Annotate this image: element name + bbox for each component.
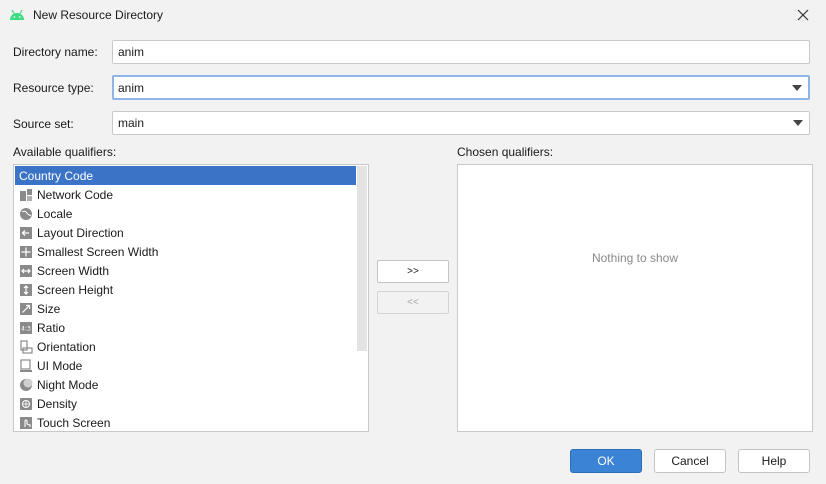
qualifier-item-night-mode[interactable]: Night Mode <box>15 375 368 394</box>
qualifier-item-label: Orientation <box>37 339 96 354</box>
ratio-icon: 4:3 <box>19 321 33 335</box>
size-icon <box>19 302 33 316</box>
qualifier-item-label: Locale <box>37 206 73 221</box>
layout-direction-icon <box>19 226 33 240</box>
qualifier-item-ui-mode[interactable]: UI Mode <box>15 356 368 375</box>
qualifier-item-label: Touch Screen <box>37 415 111 430</box>
empty-list-text: Nothing to show <box>591 251 679 265</box>
globe-icon <box>19 207 33 221</box>
qualifier-item-label: Ratio <box>37 320 66 335</box>
orientation-icon <box>19 339 33 354</box>
qualifier-item-network-code[interactable]: Network Code <box>15 185 368 204</box>
scrollbar-thumb[interactable] <box>357 166 367 351</box>
qualifier-item-label: Size <box>37 301 61 316</box>
chevron-down-icon <box>786 77 808 98</box>
available-qualifiers-list[interactable]: Country Code Network Code Locale Layout Dir… <box>13 164 369 432</box>
title-bar: New Resource Directory <box>0 0 826 31</box>
qualifier-item-locale[interactable]: Locale <box>15 204 368 223</box>
qualifier-item-smallest-screen-width[interactable]: Smallest Screen Width <box>15 242 368 261</box>
qualifier-item-label: Screen Width <box>37 263 110 278</box>
source-set-dropdown[interactable]: main <box>112 111 810 135</box>
resource-type-label: Resource type: <box>13 81 94 95</box>
chosen-qualifiers-label: Chosen qualifiers: <box>457 145 554 159</box>
available-qualifiers-label: Available qualifiers: <box>13 145 117 159</box>
android-icon <box>10 9 24 20</box>
svg-text:4:3: 4:3 <box>21 325 31 332</box>
night-mode-icon <box>19 378 33 392</box>
qualifier-item-orientation[interactable]: Orientation <box>15 337 368 356</box>
directory-name-label: Directory name: <box>13 45 98 59</box>
qualifier-item-label: Country Code <box>19 168 94 183</box>
qualifier-item-label: Network Code <box>37 187 114 202</box>
close-icon[interactable] <box>794 6 812 24</box>
qualifier-item-size[interactable]: Size <box>15 299 368 318</box>
ok-button[interactable]: OK <box>570 449 642 473</box>
directory-name-input[interactable] <box>112 40 810 64</box>
screen-height-icon <box>19 283 33 297</box>
network-code-icon <box>19 188 33 202</box>
qualifier-item-touch-screen[interactable]: Touch Screen <box>15 413 368 431</box>
window-title: New Resource Directory <box>33 8 164 22</box>
chevron-down-icon <box>787 112 809 134</box>
qualifier-item-label: Layout Direction <box>37 225 124 240</box>
resource-type-dropdown[interactable]: anim <box>112 75 810 100</box>
new-resource-directory-dialog: New Resource Directory Directory name: R… <box>0 0 826 484</box>
qualifier-item-label: Screen Height <box>37 282 114 297</box>
qualifier-item-country-code[interactable]: Country Code <box>15 166 368 185</box>
touch-screen-icon <box>19 416 33 430</box>
qualifier-item-label: UI Mode <box>37 358 83 373</box>
qualifier-item-label: Smallest Screen Width <box>37 244 159 259</box>
qualifier-item-label: Density <box>37 396 78 411</box>
qualifier-item-label: Night Mode <box>37 377 99 392</box>
remove-qualifier-button[interactable]: << <box>377 291 449 314</box>
cancel-button[interactable]: Cancel <box>654 449 726 473</box>
qualifier-item-screen-height[interactable]: Screen Height <box>15 280 368 299</box>
qualifier-item-layout-direction[interactable]: Layout Direction <box>15 223 368 242</box>
list-scrollbar[interactable] <box>356 165 368 431</box>
qualifier-item-ratio[interactable]: 4:3 Ratio <box>15 318 368 337</box>
help-button[interactable]: Help <box>738 449 810 473</box>
ui-mode-icon <box>19 358 33 373</box>
qualifier-item-screen-width[interactable]: Screen Width <box>15 261 368 280</box>
density-icon <box>19 397 33 411</box>
source-set-label: Source set: <box>13 117 74 131</box>
smallest-screen-width-icon <box>19 245 33 259</box>
chosen-qualifiers-list[interactable]: Nothing to show <box>457 164 813 432</box>
add-qualifier-button[interactable]: >> <box>377 260 449 283</box>
qualifier-item-density[interactable]: Density <box>15 394 368 413</box>
resource-type-value: anim <box>118 80 145 95</box>
source-set-value: main <box>118 116 145 130</box>
screen-width-icon <box>19 264 33 278</box>
